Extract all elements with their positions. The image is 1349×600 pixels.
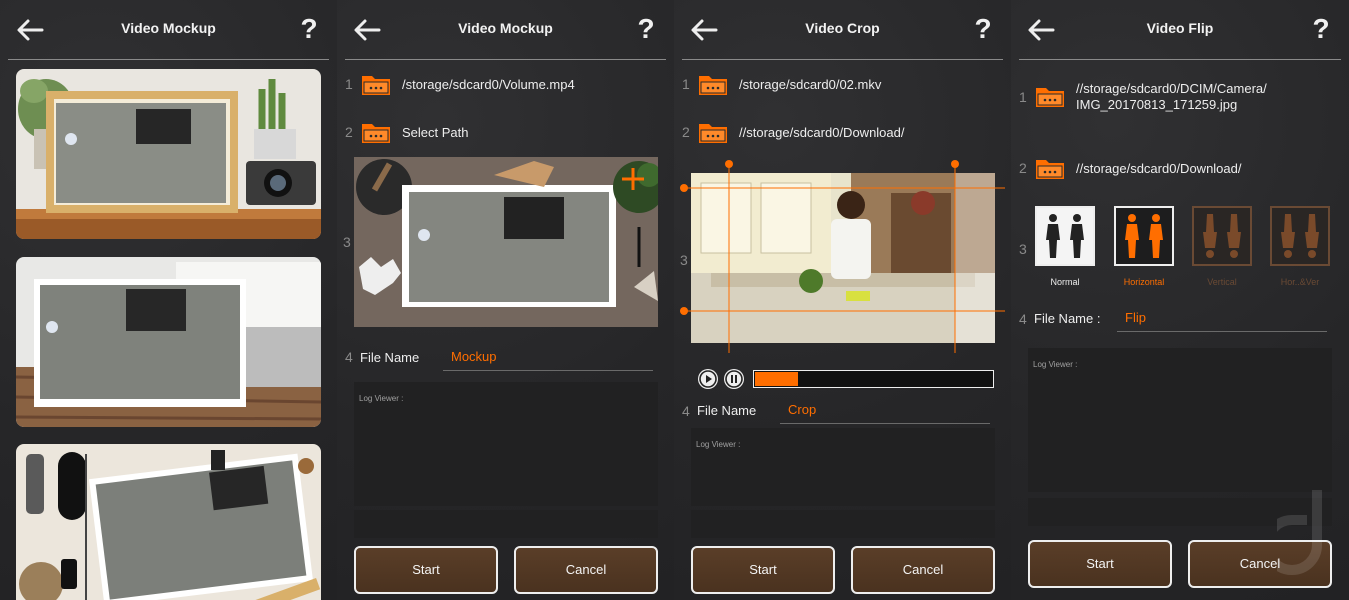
mockup-desk-image [16,444,321,600]
panel-mockup-gallery: Video Mockup ? [0,0,337,600]
crop-handle[interactable] [680,307,688,315]
page-title: Video Crop [805,20,880,36]
flip-option-vertical[interactable] [1192,206,1252,266]
destination-path[interactable]: Select Path [402,125,469,141]
log-footer [354,510,658,538]
page-title: Video Mockup [121,20,216,36]
page-title: Video Mockup [458,20,553,36]
log-viewer: Log Viewer : [354,382,658,506]
destination-path[interactable]: //storage/sdcard0/Download/ [1076,161,1241,177]
crop-handle[interactable] [725,160,733,168]
help-button[interactable]: ? [634,12,658,46]
log-footer [691,510,995,538]
source-path[interactable]: //storage/sdcard0/DCIM/Camera/ IMG_20170… [1076,81,1267,113]
start-button[interactable]: Start [1028,540,1172,588]
cancel-button[interactable]: Cancel [514,546,658,594]
mockup-frame-image [16,69,321,239]
panel-video-mockup: Video Mockup ? 1 /storage/sdcard0/Volume… [337,0,674,600]
crop-handle[interactable] [680,184,688,192]
figures-normal-icon [1046,214,1084,258]
folder-icon[interactable] [698,72,728,96]
top-bar: Video Flip ? [1019,0,1341,60]
step-number: 2 [345,124,353,140]
source-path[interactable]: /storage/sdcard0/Volume.mp4 [402,77,575,93]
app-screenshots: Video Mockup ? Video Mockup ? 1 /storage… [0,0,1349,600]
watermark-logo [1277,490,1322,575]
mockup-template-frame[interactable] [16,69,321,239]
pause-icon [725,370,743,388]
crop-progress-bar[interactable] [753,370,994,388]
flip-option-label: Vertical [1207,277,1237,287]
start-button[interactable]: Start [354,546,498,594]
top-bar: Video Crop ? [682,0,1003,60]
start-button[interactable]: Start [691,546,835,594]
step-number: 1 [682,76,690,92]
file-name-label: File Name [697,403,757,418]
source-path-line: //storage/sdcard0/DCIM/Camera/ [1076,81,1267,96]
log-viewer: Log Viewer : [1028,348,1332,492]
pause-button[interactable] [724,369,744,389]
folder-icon[interactable] [1035,84,1065,108]
log-viewer-label: Log Viewer : [696,440,741,449]
folder-icon[interactable] [361,120,391,144]
step-number: 3 [1019,241,1027,257]
crop-handle[interactable] [951,160,959,168]
play-icon [699,370,717,388]
file-name-label: File Name [360,350,420,365]
log-viewer-label: Log Viewer : [359,394,404,403]
step-number: 1 [345,76,353,92]
folder-icon[interactable] [1035,156,1065,180]
figures-hor-ver-icon [1281,214,1319,258]
file-name-input[interactable]: Crop [780,402,990,424]
step-number: 2 [682,124,690,140]
figures-vertical-icon [1203,214,1241,258]
step-number: 4 [345,349,353,365]
help-button[interactable]: ? [297,12,321,46]
page-title: Video Flip [1146,20,1214,36]
step-number: 1 [1019,89,1027,105]
panel-video-crop: Video Crop ? 1 /storage/sdcard0/02.mkv 2… [674,0,1011,600]
log-viewer: Log Viewer : [691,428,995,506]
flip-option-normal[interactable] [1035,206,1095,266]
mockup-template-print[interactable] [16,257,321,427]
play-button[interactable] [698,369,718,389]
crop-guides[interactable] [680,158,1005,353]
progress-fill [755,372,799,386]
figures-horizontal-icon [1125,214,1163,258]
flip-option-label: Horizontal [1123,277,1165,287]
source-path[interactable]: /storage/sdcard0/02.mkv [739,77,881,93]
cancel-button[interactable]: Cancel [851,546,995,594]
log-viewer-label: Log Viewer : [1033,360,1078,369]
help-button[interactable]: ? [1309,12,1333,46]
top-bar: Video Mockup ? [8,0,329,60]
file-name-input[interactable]: Flip [1117,310,1327,332]
step-number: 2 [1019,160,1027,176]
step-number: 3 [343,234,351,250]
panel-video-flip: Video Flip ? 1 //storage/sdcard0/DCIM/Ca… [1011,0,1349,600]
flip-option-hor-ver[interactable] [1270,206,1330,266]
back-arrow-icon[interactable] [12,15,48,45]
help-button[interactable]: ? [971,12,995,46]
step-number: 4 [682,403,690,419]
flip-option-horizontal[interactable] [1114,206,1174,266]
step-number: 4 [1019,311,1027,327]
file-name-input[interactable]: Mockup [443,349,653,371]
back-arrow-icon[interactable] [686,15,722,45]
folder-icon[interactable] [698,120,728,144]
source-path-line: IMG_20170813_171259.jpg [1076,97,1238,112]
folder-icon[interactable] [361,72,391,96]
destination-path[interactable]: //storage/sdcard0/Download/ [739,125,904,141]
flip-option-label: Hor..&Ver [1280,277,1320,287]
mockup-preview-image[interactable] [354,157,658,327]
back-arrow-icon[interactable] [1023,15,1059,45]
top-bar: Video Mockup ? [345,0,666,60]
mockup-print-image [16,257,321,427]
file-name-label: File Name : [1034,311,1101,326]
back-arrow-icon[interactable] [349,15,385,45]
mockup-template-desk[interactable] [16,444,321,600]
flip-option-label: Normal [1050,277,1080,287]
